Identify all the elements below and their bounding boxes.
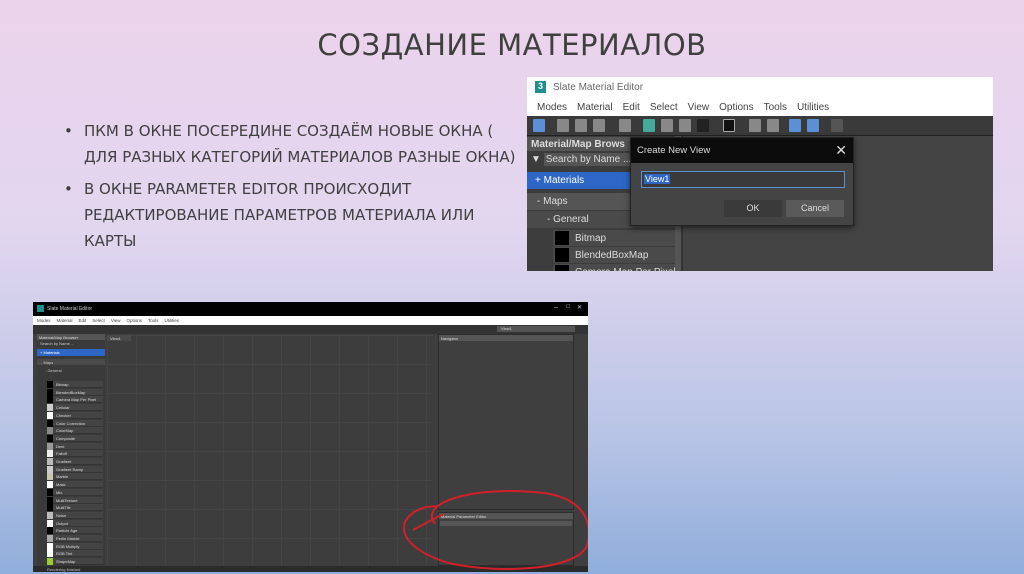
window-title: Slate Material Editor xyxy=(553,82,644,93)
layout-vertical-icon[interactable] xyxy=(749,119,761,132)
background-icon[interactable] xyxy=(697,119,709,132)
menu-item-modes[interactable]: Modes xyxy=(537,102,567,116)
close-icon[interactable]: ✕ xyxy=(835,142,847,159)
delete-icon[interactable] xyxy=(619,119,631,132)
map-swatch xyxy=(555,231,569,245)
dialog-screenshot: Slate Material Editor 3 Modes Material Edi… xyxy=(527,77,993,271)
preview-icon[interactable] xyxy=(679,119,691,132)
menu-item-select[interactable]: Select xyxy=(650,102,678,116)
map-icon[interactable] xyxy=(723,119,735,132)
slide-title: СОЗДАНИЕ МАТЕРИАЛОВ xyxy=(317,28,707,62)
red-annotation-circle xyxy=(402,490,588,570)
navigator-toggle-icon[interactable] xyxy=(789,119,801,132)
search-placeholder: Search by Name ... xyxy=(543,153,634,166)
map-swatch xyxy=(555,265,569,271)
map-swatch xyxy=(555,248,569,262)
map-item[interactable]: Camera Map Per Pixel xyxy=(553,264,677,271)
toolbar xyxy=(527,116,993,136)
lock-icon[interactable] xyxy=(661,119,673,132)
menu-bar: Modes Material Edit Select View Options Tools U… xyxy=(527,98,993,116)
bullet-list: ПКМ В ОКНЕ ПОСЕРЕДИНЕ СОЗДАЁМ НОВЫЕ ОКНА… xyxy=(62,118,522,260)
map-item[interactable]: BlendedBoxMap xyxy=(553,247,677,263)
ok-button[interactable]: OK xyxy=(724,200,782,217)
map-name: Bitmap xyxy=(575,233,607,244)
app-logo-icon: 3 xyxy=(535,81,546,93)
menu-item-view[interactable]: View xyxy=(688,102,710,116)
zoom-icon[interactable] xyxy=(831,119,843,132)
dialog-title: Create New View xyxy=(631,138,853,163)
map-name: Camera Map Per Pixel xyxy=(575,267,676,271)
assign-icon[interactable] xyxy=(575,119,587,132)
bullet-item: ПКМ В ОКНЕ ПОСЕРЕДИНЕ СОЗДАЁМ НОВЫЕ ОКНА… xyxy=(62,118,522,170)
layout-icon[interactable] xyxy=(643,119,655,132)
menu-item-options[interactable]: Options xyxy=(719,102,753,116)
eyedropper-icon[interactable] xyxy=(557,119,569,132)
editor-screenshot: Slate Material Editor – □ ✕ Modes Materia… xyxy=(33,302,588,572)
view-name-input[interactable]: View1 xyxy=(641,171,845,188)
create-new-view-dialog: Create New View ✕ View1 OK Cancel xyxy=(630,137,854,226)
view-name-value: View1 xyxy=(644,174,671,184)
map-item[interactable]: Bitmap xyxy=(553,230,677,246)
menu-item-tools[interactable]: Tools xyxy=(764,102,787,116)
reset-icon[interactable] xyxy=(593,119,605,132)
cancel-button[interactable]: Cancel xyxy=(786,200,844,217)
select-icon[interactable] xyxy=(533,119,545,132)
menu-item-material[interactable]: Material xyxy=(577,102,613,116)
parameter-toggle-icon[interactable] xyxy=(807,119,819,132)
menu-item-edit[interactable]: Edit xyxy=(623,102,640,116)
layout-horizontal-icon[interactable] xyxy=(767,119,779,132)
bullet-item: В ОКНЕ PARAMETER EDITOR ПРОИСХОДИТ РЕДАК… xyxy=(62,176,522,254)
menu-item-utilities[interactable]: Utilities xyxy=(797,102,829,116)
map-name: BlendedBoxMap xyxy=(575,250,649,261)
title-bar: Slate Material Editor xyxy=(527,77,993,98)
